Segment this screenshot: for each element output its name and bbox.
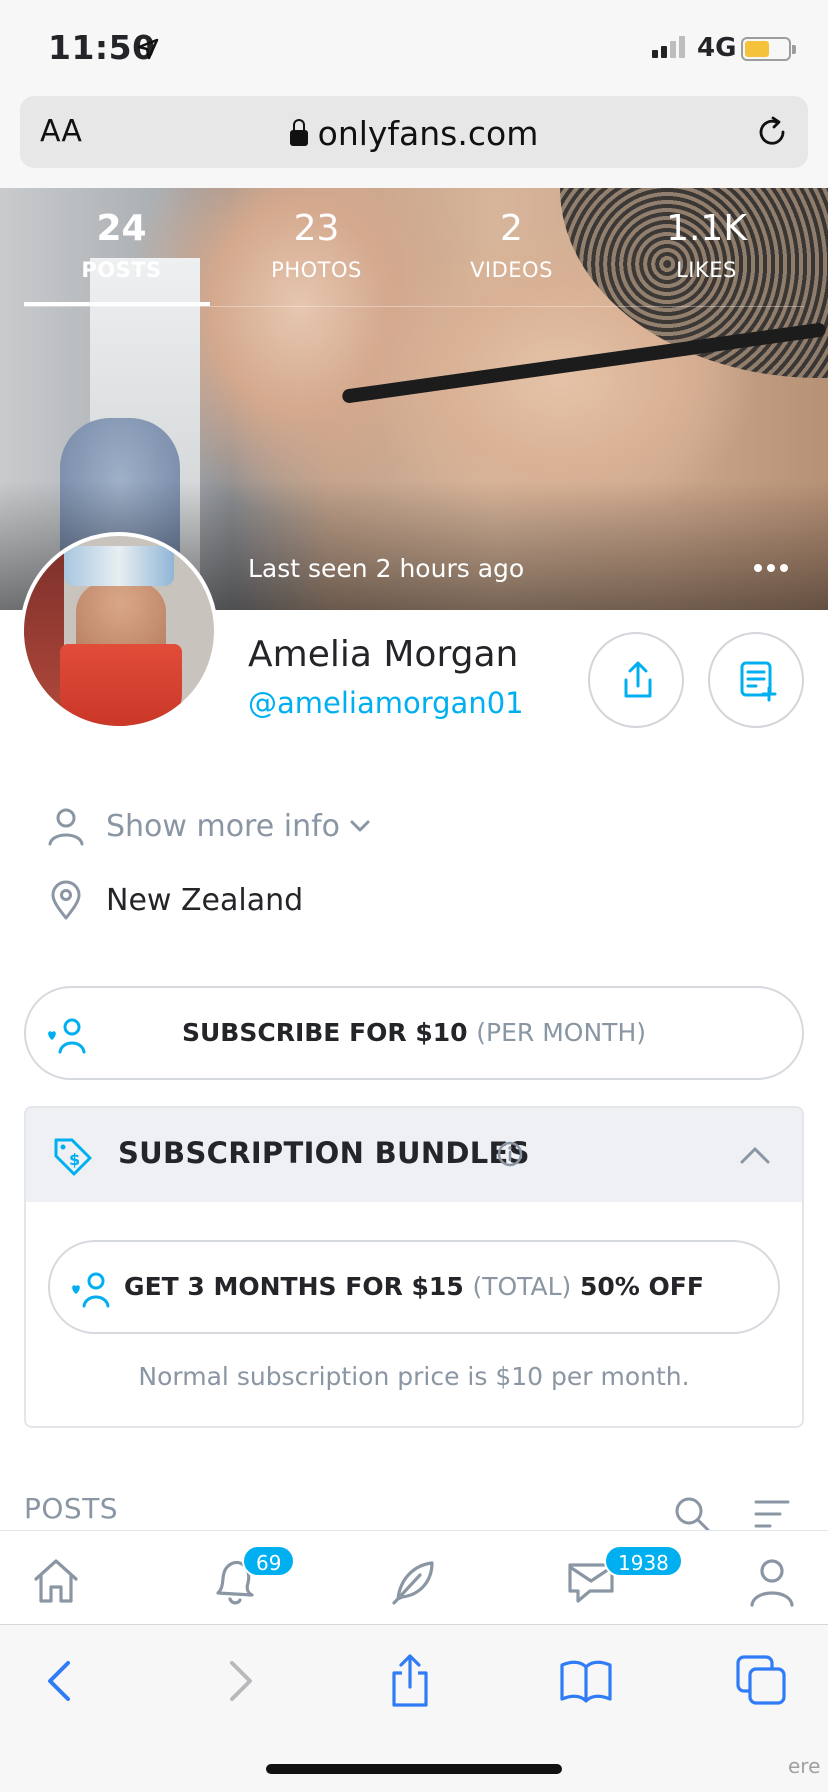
home-indicator[interactable] [266,1764,562,1774]
status-bar: 11:50 4G [0,0,828,92]
posts-section-title: POSTS [24,1492,119,1525]
lock-icon [289,119,308,146]
bundle-offer-total: (TOTAL) [472,1272,572,1301]
avatar[interactable] [20,532,218,730]
notifications-tab[interactable]: 69 [208,1545,296,1609]
more-options-icon[interactable] [754,564,788,572]
normal-price-note: Normal subscription price is $10 per mon… [138,1362,690,1391]
stat-label: VIDEOS [470,258,553,282]
profile-handle[interactable]: @ameliamorgan01 [248,686,524,720]
corner-text: ere [788,1754,821,1778]
stat-label: LIKES [676,258,737,282]
tab-posts[interactable]: 24 POSTS [24,188,219,308]
stat-label: PHOTOS [271,258,362,282]
add-to-list-button[interactable] [708,632,804,728]
network-type: 4G [697,33,737,63]
profile-name: Amelia Morgan [248,634,519,675]
signal-icon [652,36,685,58]
back-icon[interactable] [34,1653,90,1709]
sort-icon[interactable] [752,1498,792,1532]
battery-icon [741,37,796,61]
stat-value: 1.1K [666,208,747,249]
browser-address-area: AA onlyfans.com [0,92,828,188]
subscribe-label: SUBSCRIBE FOR $10 [181,1018,468,1047]
subscribe-button[interactable]: SUBSCRIBE FOR $10 (PER MONTH) [24,986,804,1080]
chevron-up-icon[interactable] [738,1142,772,1168]
tab-photos[interactable]: 23 PHOTOS [219,188,414,308]
show-more-info[interactable]: Show more info [44,804,374,848]
chevron-down-icon [350,820,370,832]
search-icon[interactable] [672,1494,712,1534]
location-text: New Zealand [106,882,304,918]
bookmarks-icon[interactable] [558,1653,614,1709]
reload-icon[interactable] [754,114,790,150]
subscription-bundles: $ SUBSCRIPTION BUNDLES GET 3 MONTHS FOR … [24,1106,804,1428]
bundles-header[interactable]: $ SUBSCRIPTION BUNDLES [26,1108,802,1202]
tab-videos[interactable]: 2 VIDEOS [414,188,609,308]
app-bottom-nav: 69 1938 [0,1530,828,1624]
url-field[interactable]: onlyfans.com [20,114,808,153]
share-icon[interactable] [382,1653,438,1709]
location-arrow-icon [137,38,159,60]
share-profile-button[interactable] [588,632,684,728]
add-list-icon [740,661,777,702]
url-text: onlyfans.com [317,114,539,153]
price-tag-icon: $ [54,1138,92,1176]
show-more-label: Show more info [106,808,340,844]
location-pin-icon [51,880,81,920]
bundle-offer-discount: 50% OFF [579,1272,704,1301]
messages-tab[interactable]: 1938 [564,1545,683,1609]
address-bar[interactable]: AA onlyfans.com [20,96,808,168]
feather-icon[interactable] [386,1553,442,1609]
messages-badge: 1938 [604,1545,683,1577]
tabs-divider [24,306,804,307]
info-icon[interactable] [496,1140,524,1168]
stat-value: 24 [96,208,147,249]
notifications-badge: 69 [242,1545,296,1577]
home-icon[interactable] [28,1553,84,1609]
stat-label: POSTS [81,258,162,282]
subscribe-period: (PER MONTH) [476,1018,646,1047]
profile-stats-tabs: 24 POSTS 23 PHOTOS 2 VIDEOS 1.1K LIKES [24,188,804,308]
bundle-offer-button[interactable]: GET 3 MONTHS FOR $15 (TOTAL) 50% OFF [48,1240,780,1334]
stat-value: 2 [500,208,523,249]
stat-value: 23 [293,208,340,249]
bundle-offer-label: GET 3 MONTHS FOR $15 [124,1272,464,1301]
tabs-icon[interactable] [734,1653,790,1709]
user-icon[interactable] [744,1553,800,1609]
last-seen-text: Last seen 2 hours ago [248,554,525,583]
share-icon [624,661,652,698]
user-outline-icon [48,808,84,846]
location-row: New Zealand [44,878,303,922]
bundles-title: SUBSCRIPTION BUNDLES [118,1136,530,1170]
tab-likes[interactable]: 1.1K LIKES [609,188,804,308]
forward-icon[interactable] [210,1653,266,1709]
svg-text:$: $ [69,1150,80,1169]
